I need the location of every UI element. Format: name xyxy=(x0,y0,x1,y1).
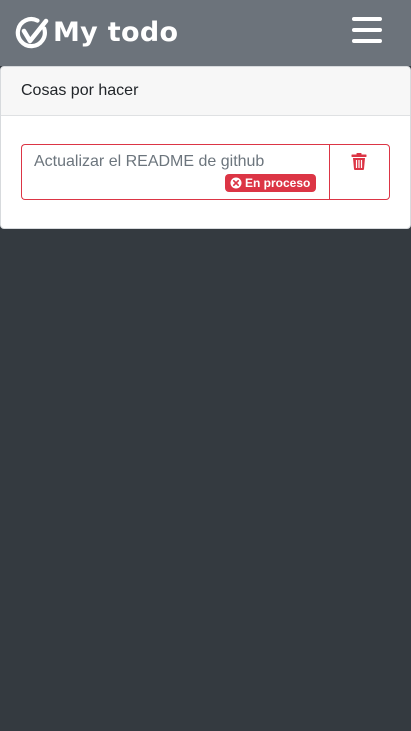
brand[interactable]: My todo xyxy=(15,16,178,50)
todo-card: Cosas por hacer Actualizar el README de … xyxy=(0,66,411,229)
trash-icon xyxy=(351,153,367,170)
todo-text: Actualizar el README de github xyxy=(34,153,265,170)
top-navbar: My todo xyxy=(0,0,411,66)
brand-name: My todo xyxy=(53,17,179,48)
todo-item[interactable]: Actualizar el README de github En proces… xyxy=(21,144,329,200)
todo-list-item: Actualizar el README de github En proces… xyxy=(21,144,390,200)
status-badge[interactable]: En proceso xyxy=(225,174,317,192)
card-header: Cosas por hacer xyxy=(1,67,410,116)
times-circle-icon xyxy=(230,177,242,189)
delete-button[interactable] xyxy=(329,144,390,200)
status-label: En proceso xyxy=(245,176,311,190)
card-title: Cosas por hacer xyxy=(21,82,139,99)
check-circle-logo-icon xyxy=(15,17,49,49)
hamburger-menu-icon[interactable] xyxy=(352,17,382,45)
